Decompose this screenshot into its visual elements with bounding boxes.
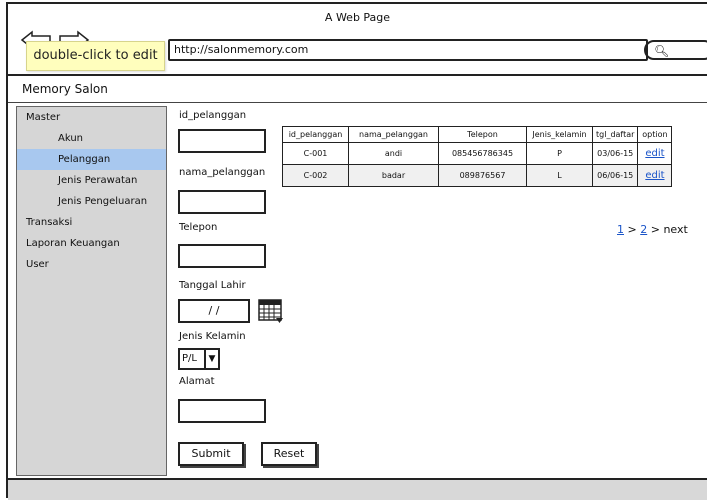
page-1-link[interactable]: 1 xyxy=(617,223,624,236)
table-row: C-002 badar 089876567 L 06/06-15 edit xyxy=(282,164,673,187)
jenis-kelamin-label: Jenis Kelamin xyxy=(179,331,246,342)
nama-pelanggan-input[interactable] xyxy=(178,190,266,214)
sidebar-item-jenis-pengeluaran[interactable]: Jenis Pengeluaran xyxy=(17,191,166,212)
jenis-kelamin-select[interactable]: P/L ▼ xyxy=(178,348,220,370)
sidebar-item-pelanggan[interactable]: Pelanggan xyxy=(17,149,166,170)
page-2-link[interactable]: 2 xyxy=(640,223,647,236)
header-divider xyxy=(8,102,707,103)
cell-tgl-daftar: 03/06-15 xyxy=(591,142,639,165)
address-bar[interactable]: http://salonmemory.com xyxy=(168,39,648,61)
cell-option: edit xyxy=(637,142,673,165)
pager-separator: > xyxy=(627,223,637,236)
sidebar-menu: Master Akun Pelanggan Jenis Perawatan Je… xyxy=(16,106,167,476)
window-title: A Web Page xyxy=(324,11,391,24)
status-bar xyxy=(8,480,707,500)
submit-button[interactable]: Submit xyxy=(178,442,244,466)
cell-tgl-daftar: 06/06-15 xyxy=(591,164,639,187)
telepon-label: Telepon xyxy=(179,222,218,233)
sidebar-item-transaksi[interactable]: Transaksi xyxy=(17,212,166,233)
col-header-telepon: Telepon xyxy=(438,126,527,143)
edit-tooltip: double-click to edit xyxy=(26,41,165,71)
sidebar-item-jenis-perawatan[interactable]: Jenis Perawatan xyxy=(17,170,166,191)
id-pelanggan-input[interactable] xyxy=(178,129,266,153)
alamat-input[interactable] xyxy=(178,399,266,423)
jenis-kelamin-value: P/L xyxy=(182,353,197,364)
pelanggan-table: id_pelanggan nama_pelanggan Telepon Jeni… xyxy=(282,126,673,187)
cell-telepon: 085456786345 xyxy=(438,142,527,165)
search-button[interactable]: 🔍︎ xyxy=(644,40,707,60)
pager-separator: > xyxy=(650,223,660,236)
tanggal-lahir-input[interactable]: / / xyxy=(178,299,250,323)
sidebar-item-master[interactable]: Master xyxy=(17,107,166,128)
cell-jenis-kelamin: P xyxy=(526,142,593,165)
col-header-tgl-daftar: tgl_daftar xyxy=(591,126,639,143)
alamat-label: Alamat xyxy=(179,376,215,387)
cell-jenis-kelamin: L xyxy=(526,164,593,187)
cell-telepon: 089876567 xyxy=(438,164,527,187)
id-pelanggan-label: id_pelanggan xyxy=(179,110,247,121)
telepon-input[interactable] xyxy=(178,244,266,268)
nama-pelanggan-label: nama_pelanggan xyxy=(179,167,266,178)
sidebar-item-laporan-keuangan[interactable]: Laporan Keuangan xyxy=(17,233,166,254)
calendar-icon[interactable] xyxy=(258,298,284,324)
chevron-down-icon: ▼ xyxy=(204,350,218,368)
toolbar-divider xyxy=(8,74,707,76)
sidebar-item-akun[interactable]: Akun xyxy=(17,128,166,149)
edit-link[interactable]: edit xyxy=(645,170,664,181)
edit-link[interactable]: edit xyxy=(645,148,664,159)
cell-option: edit xyxy=(637,164,673,187)
tanggal-lahir-label: Tanggal Lahir xyxy=(179,280,246,291)
sidebar-item-user[interactable]: User xyxy=(17,254,166,275)
col-header-nama: nama_pelanggan xyxy=(348,126,439,143)
table-row: C-001 andi 085456786345 P 03/06-15 edit xyxy=(282,142,673,165)
cell-nama: andi xyxy=(348,142,439,165)
cell-nama: badar xyxy=(348,164,439,187)
search-icon: 🔍︎ xyxy=(654,44,670,58)
col-header-jenis-kelamin: Jenis_kelamin xyxy=(526,126,593,143)
cell-id: C-001 xyxy=(282,142,349,165)
cell-id: C-002 xyxy=(282,164,349,187)
pagination: 1 > 2 > next xyxy=(617,223,688,236)
col-header-option: option xyxy=(637,126,673,143)
next-link[interactable]: next xyxy=(663,223,687,236)
site-title: Memory Salon xyxy=(22,82,108,96)
table-header-row: id_pelanggan nama_pelanggan Telepon Jeni… xyxy=(282,126,673,143)
reset-button[interactable]: Reset xyxy=(261,442,317,466)
col-header-id: id_pelanggan xyxy=(282,126,349,143)
